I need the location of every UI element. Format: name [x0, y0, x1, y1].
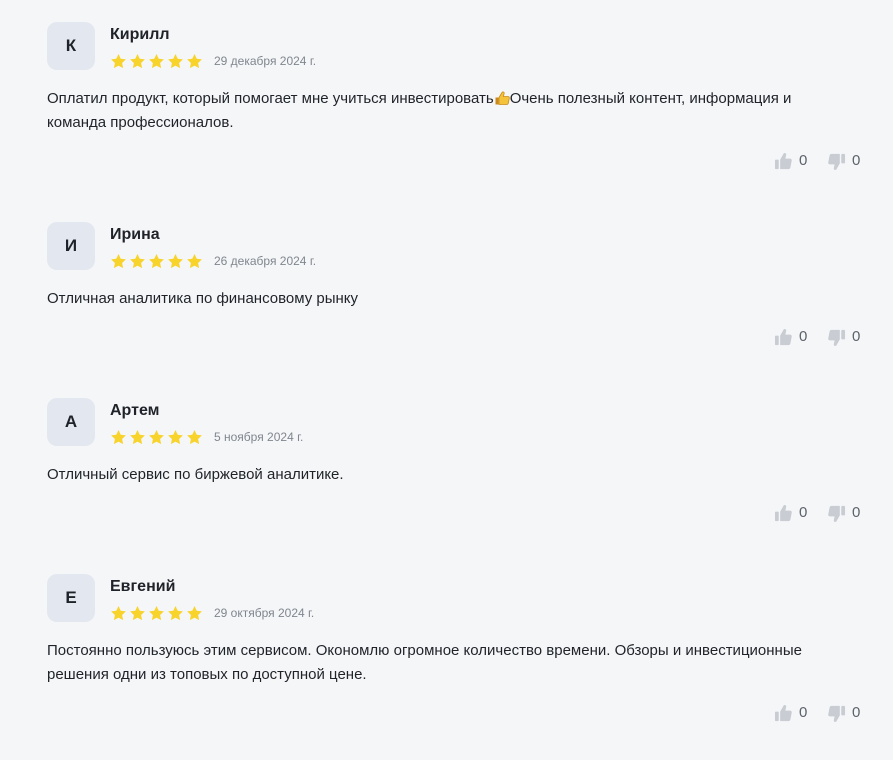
dislike-count: 0 [852, 328, 861, 345]
star-icon [187, 53, 202, 68]
review-text-part: Оплатил продукт, который помогает мне уч… [47, 90, 494, 107]
review-text: Отличный сервис по биржевой аналитике. [47, 466, 344, 483]
votes: 0 0 [774, 327, 861, 347]
review-header: Е Евгений 29 октября 2024 г. [47, 574, 861, 623]
thumbs-down-icon [828, 153, 846, 170]
star-icon [149, 53, 164, 68]
star-icon [130, 53, 145, 68]
rating-row: 29 декабря 2024 г. [110, 52, 316, 70]
dislike-count: 0 [852, 152, 861, 169]
review-item: К Кирилл 29 декабря 2024 г. Оплатил прод… [47, 22, 861, 170]
star-rating [110, 252, 203, 270]
votes: 0 0 [774, 151, 861, 171]
star-icon [187, 429, 202, 444]
like-count: 0 [799, 328, 808, 345]
star-icon [187, 605, 202, 620]
avatar: А [47, 398, 95, 446]
rating-row: 26 декабря 2024 г. [110, 252, 316, 270]
star-icon [111, 429, 126, 444]
star-icon [187, 253, 202, 268]
star-icon [149, 429, 164, 444]
thumbs-down-icon [828, 505, 846, 522]
review-header: К Кирилл 29 декабря 2024 г. [47, 22, 861, 71]
dislike-count: 0 [852, 704, 861, 721]
avatar: Е [47, 574, 95, 622]
star-icon [168, 253, 183, 268]
author-name: Кирилл [110, 26, 170, 43]
star-rating [110, 428, 203, 446]
star-icon [168, 53, 183, 68]
review-header: А Артем 5 ноября 2024 г. [47, 398, 861, 447]
votes: 0 0 [774, 503, 861, 523]
star-rating [110, 604, 203, 622]
avatar: К [47, 22, 95, 70]
dislike-count: 0 [852, 504, 861, 521]
review-header: И Ирина 26 декабря 2024 г. [47, 222, 861, 271]
thumbs-down-icon [828, 705, 846, 722]
review-text: Постоянно пользуюсь этим сервисом. Оконо… [47, 642, 802, 683]
avatar: И [47, 222, 95, 270]
star-icon [149, 605, 164, 620]
author-name: Ирина [110, 226, 160, 243]
dislike-button[interactable]: 0 [827, 703, 861, 723]
thumbs-up-icon [774, 328, 792, 345]
thumbs-down-icon [828, 329, 846, 346]
rating-row: 29 октября 2024 г. [110, 604, 314, 622]
star-icon [168, 429, 183, 444]
rating-row: 5 ноября 2024 г. [110, 428, 303, 446]
review-text: Отличная аналитика по финансовому рынку [47, 290, 359, 307]
thumbs-up-icon [774, 704, 792, 721]
review-date: 26 декабря 2024 г. [214, 254, 317, 268]
thumbs-up-icon [774, 504, 792, 521]
votes: 0 0 [774, 703, 861, 723]
like-button[interactable]: 0 [774, 503, 808, 523]
dislike-button[interactable]: 0 [827, 151, 861, 171]
review-date: 5 ноября 2024 г. [214, 430, 304, 444]
like-button[interactable]: 0 [774, 327, 808, 347]
star-icon [111, 53, 126, 68]
review-date: 29 октября 2024 г. [214, 606, 315, 620]
star-icon [111, 253, 126, 268]
review-text: Оплатил продукт, который помогает мне уч… [47, 87, 837, 135]
star-icon [168, 605, 183, 620]
review-item: А Артем 5 ноября 2024 г. Отличный сервис… [47, 398, 861, 522]
like-count: 0 [799, 152, 808, 169]
like-button[interactable]: 0 [774, 703, 808, 723]
like-count: 0 [799, 704, 808, 721]
review-date: 29 декабря 2024 г. [214, 54, 317, 68]
review-item: Е Евгений 29 октября 2024 г. Постоянно п… [47, 574, 861, 722]
dislike-button[interactable]: 0 [827, 503, 861, 523]
star-icon [130, 605, 145, 620]
star-icon [149, 253, 164, 268]
like-button[interactable]: 0 [774, 151, 808, 171]
thumbs-up-icon [774, 152, 792, 169]
review-item: И Ирина 26 декабря 2024 г. Отличная анал… [47, 222, 861, 346]
author-name: Артем [110, 402, 160, 419]
author-name: Евгений [110, 578, 176, 595]
thumbs-up-emoji-icon [494, 90, 510, 106]
star-rating [110, 52, 203, 70]
like-count: 0 [799, 504, 808, 521]
star-icon [130, 429, 145, 444]
star-icon [111, 605, 126, 620]
star-icon [130, 253, 145, 268]
dislike-button[interactable]: 0 [827, 327, 861, 347]
